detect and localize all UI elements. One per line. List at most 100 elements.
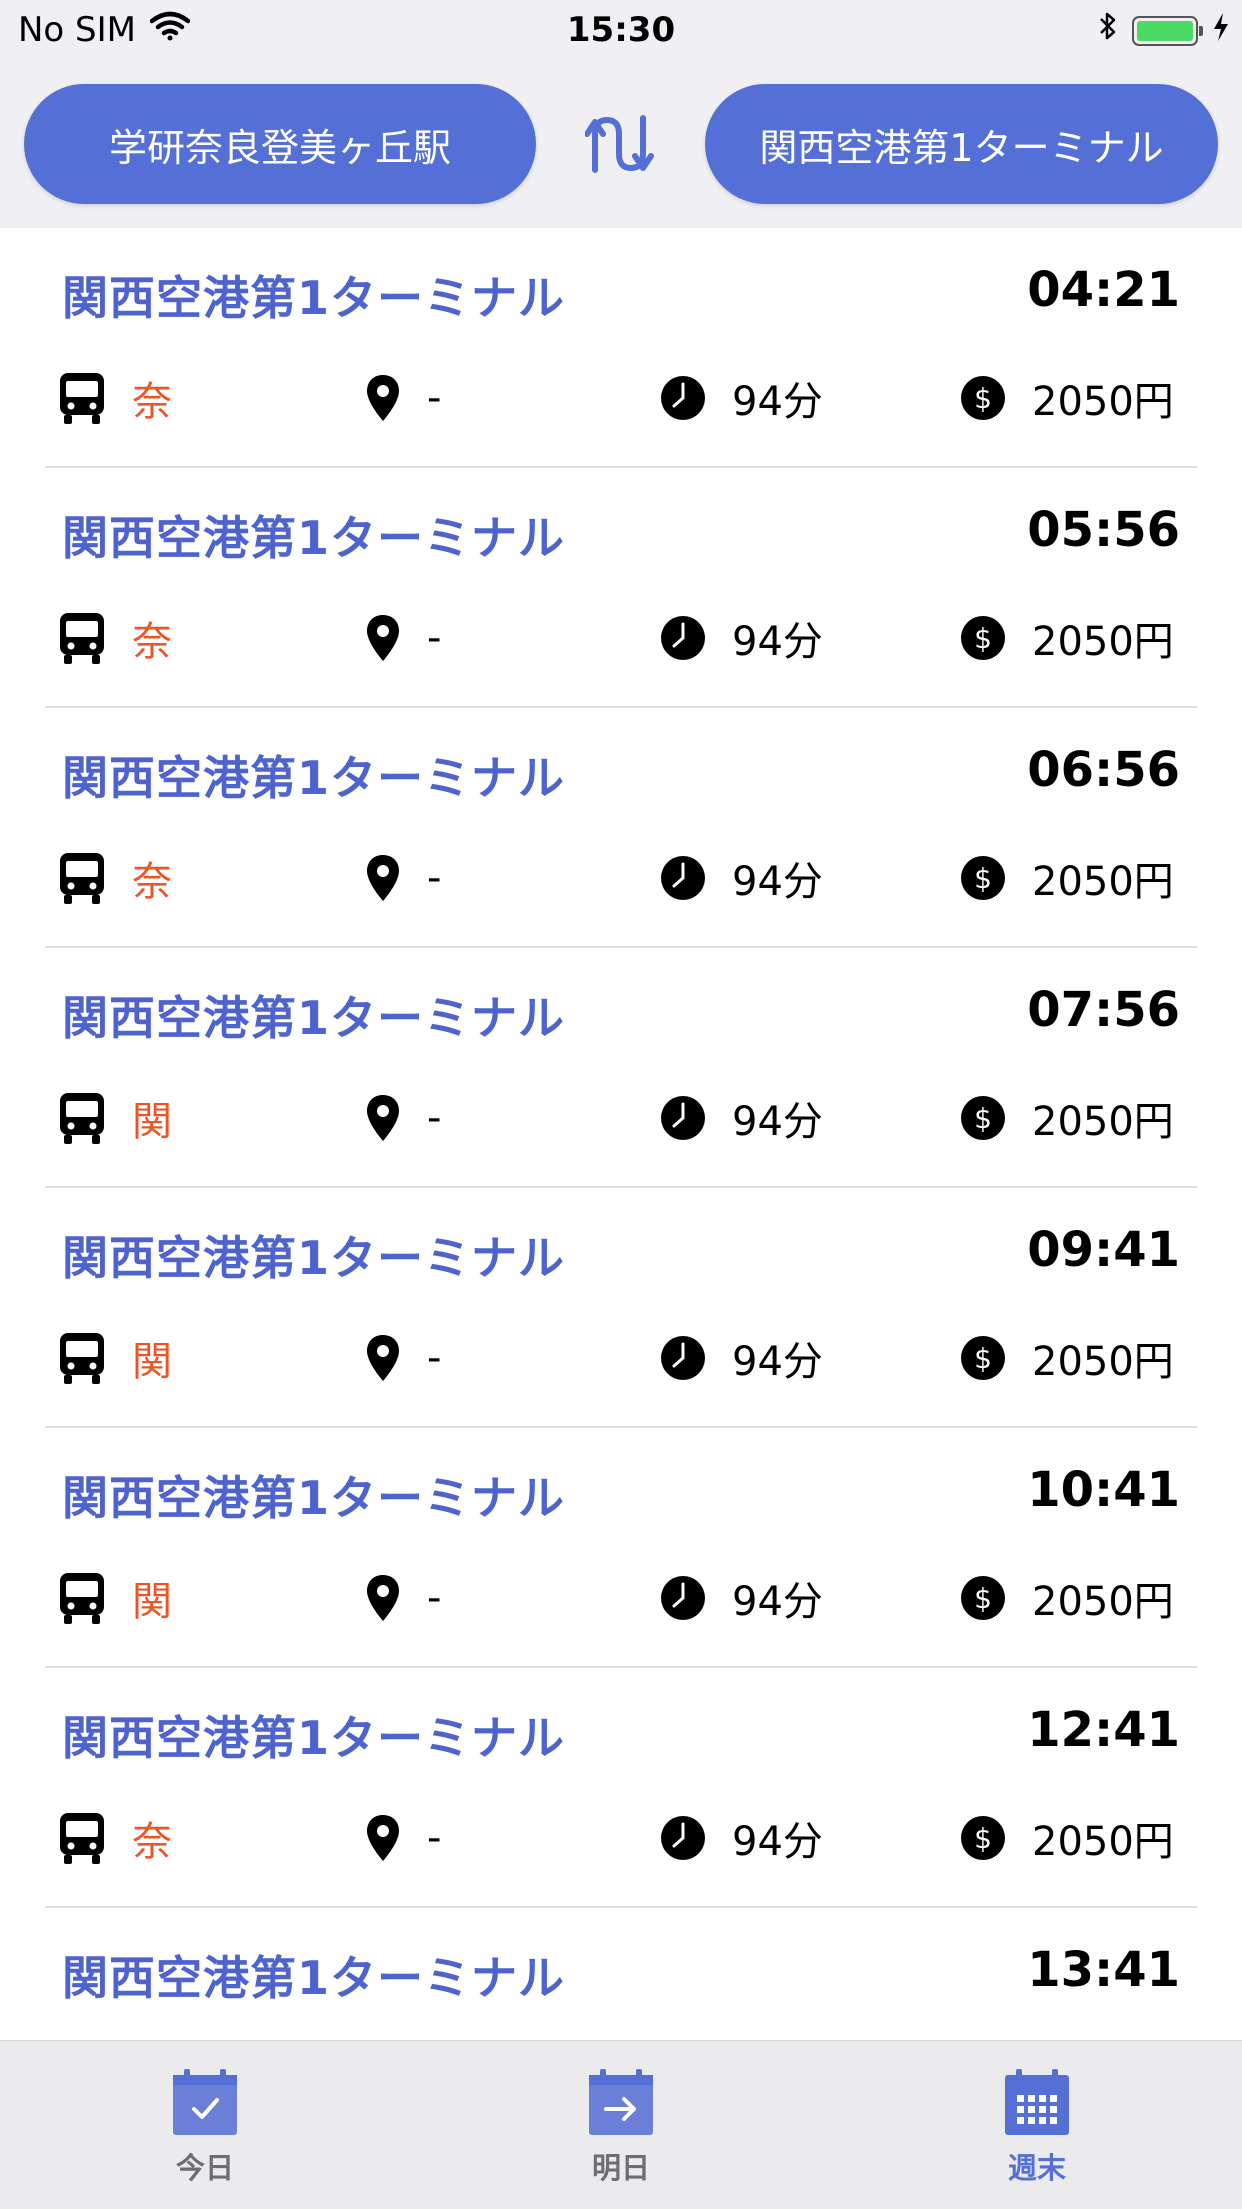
row-stop: -	[365, 1326, 585, 1390]
from-station-button[interactable]: 学研奈良登美ヶ丘駅	[24, 84, 536, 204]
row-operator: 関	[58, 1086, 318, 1150]
row-duration: 94分	[660, 1326, 910, 1390]
duration-label: 94分	[732, 619, 823, 665]
row-fare: $ 2050円	[960, 1806, 1190, 1870]
tab-label: 今日	[175, 2151, 234, 2185]
dollar-icon: $	[960, 615, 1006, 661]
bus-icon	[58, 1331, 106, 1385]
status-bar: No SIM 15:30	[0, 0, 1242, 62]
to-station-button[interactable]: 関西空港第1ターミナル	[705, 84, 1218, 204]
duration-label: 94分	[732, 379, 823, 425]
row-operator: 関	[58, 1326, 318, 1390]
clock-icon	[660, 375, 706, 421]
bus-icon	[58, 611, 106, 665]
row-stop: -	[365, 606, 585, 670]
departure-row[interactable]: 関西空港第1ターミナル 04:21 奈 - 94分 $ 2050円	[0, 228, 1242, 468]
charging-icon	[1212, 11, 1230, 51]
clock-icon	[660, 1815, 706, 1861]
row-destination: 関西空港第1ターミナル	[62, 1951, 566, 2005]
row-fare: $ 2050円	[960, 1086, 1190, 1150]
row-operator: 奈	[58, 606, 318, 670]
tab-weekend[interactable]: 週末	[977, 2067, 1097, 2187]
map-pin-icon	[365, 1573, 401, 1623]
fare-label: 2050円	[1032, 1339, 1174, 1385]
departure-row[interactable]: 関西空港第1ターミナル 13:41	[0, 1908, 1242, 2040]
map-pin-icon	[365, 1813, 401, 1863]
row-stop: -	[365, 1566, 585, 1630]
row-operator: 奈	[58, 366, 318, 430]
row-destination: 関西空港第1ターミナル	[62, 511, 566, 565]
operator-label: 奈	[132, 859, 172, 905]
departure-row[interactable]: 関西空港第1ターミナル 07:56 関 - 94分 $ 2050円	[0, 948, 1242, 1188]
calendar-arrow-icon	[586, 2067, 656, 2141]
tab-today[interactable]: 今日	[145, 2067, 265, 2187]
stop-label: -	[427, 855, 442, 901]
svg-text:$: $	[974, 1102, 992, 1135]
row-departure-time: 04:21	[1027, 262, 1180, 318]
svg-text:$: $	[974, 622, 992, 655]
fare-label: 2050円	[1032, 859, 1174, 905]
stop-label: -	[427, 1335, 442, 1381]
dollar-icon: $	[960, 1815, 1006, 1861]
tab-label: 明日	[591, 2151, 650, 2185]
fare-label: 2050円	[1032, 619, 1174, 665]
status-right	[1098, 10, 1230, 51]
duration-label: 94分	[732, 859, 823, 905]
departure-row[interactable]: 関西空港第1ターミナル 12:41 奈 - 94分 $ 2050円	[0, 1668, 1242, 1908]
tab-bar: 今日 明日 週末	[0, 2040, 1242, 2209]
operator-label: 奈	[132, 619, 172, 665]
row-duration: 94分	[660, 1566, 910, 1630]
map-pin-icon	[365, 613, 401, 663]
status-time: 15:30	[566, 10, 676, 50]
operator-label: 関	[132, 1579, 172, 1625]
row-destination: 関西空港第1ターミナル	[62, 1711, 566, 1765]
departure-row[interactable]: 関西空港第1ターミナル 09:41 関 - 94分 $ 2050円	[0, 1188, 1242, 1428]
row-operator: 奈	[58, 846, 318, 910]
duration-label: 94分	[732, 1579, 823, 1625]
row-destination: 関西空港第1ターミナル	[62, 1231, 566, 1285]
bus-icon	[58, 1571, 106, 1625]
row-fare: $ 2050円	[960, 606, 1190, 670]
row-destination: 関西空港第1ターミナル	[62, 991, 566, 1045]
row-duration: 94分	[660, 1086, 910, 1150]
row-destination: 関西空港第1ターミナル	[62, 751, 566, 805]
calendar-grid-icon	[1002, 2067, 1072, 2141]
departure-row[interactable]: 関西空港第1ターミナル 06:56 奈 - 94分 $ 2050円	[0, 708, 1242, 948]
row-operator: 関	[58, 1566, 318, 1630]
svg-text:$: $	[974, 1822, 992, 1855]
tab-label: 週末	[1007, 2151, 1066, 2185]
tab-tomorrow[interactable]: 明日	[561, 2067, 681, 2187]
departure-row[interactable]: 関西空港第1ターミナル 10:41 関 - 94分 $ 2050円	[0, 1428, 1242, 1668]
departure-list[interactable]: 関西空港第1ターミナル 04:21 奈 - 94分 $ 2050円 関西空港第1…	[0, 228, 1242, 2040]
row-operator: 奈	[58, 1806, 318, 1870]
row-departure-time: 12:41	[1027, 1702, 1180, 1758]
row-departure-time: 05:56	[1027, 502, 1180, 558]
row-departure-time: 10:41	[1027, 1462, 1180, 1518]
fare-label: 2050円	[1032, 1099, 1174, 1145]
row-destination: 関西空港第1ターミナル	[62, 1471, 566, 1525]
fare-label: 2050円	[1032, 379, 1174, 425]
dollar-icon: $	[960, 375, 1006, 421]
swap-direction-icon[interactable]	[584, 112, 655, 176]
dollar-icon: $	[960, 1575, 1006, 1621]
svg-text:$: $	[974, 382, 992, 415]
svg-text:$: $	[974, 1582, 992, 1615]
clock-icon	[660, 1575, 706, 1621]
operator-label: 奈	[132, 379, 172, 425]
row-stop: -	[365, 1806, 585, 1870]
bluetooth-icon	[1098, 10, 1118, 51]
stop-label: -	[427, 375, 442, 421]
fare-label: 2050円	[1032, 1819, 1174, 1865]
bus-icon	[58, 1811, 106, 1865]
svg-text:$: $	[974, 862, 992, 895]
row-stop: -	[365, 846, 585, 910]
dollar-icon: $	[960, 855, 1006, 901]
bus-icon	[58, 851, 106, 905]
calendar-check-icon	[170, 2067, 240, 2141]
row-duration: 94分	[660, 366, 910, 430]
row-duration: 94分	[660, 606, 910, 670]
duration-label: 94分	[732, 1339, 823, 1385]
battery-icon	[1132, 15, 1203, 46]
row-duration: 94分	[660, 1806, 910, 1870]
departure-row[interactable]: 関西空港第1ターミナル 05:56 奈 - 94分 $ 2050円	[0, 468, 1242, 708]
